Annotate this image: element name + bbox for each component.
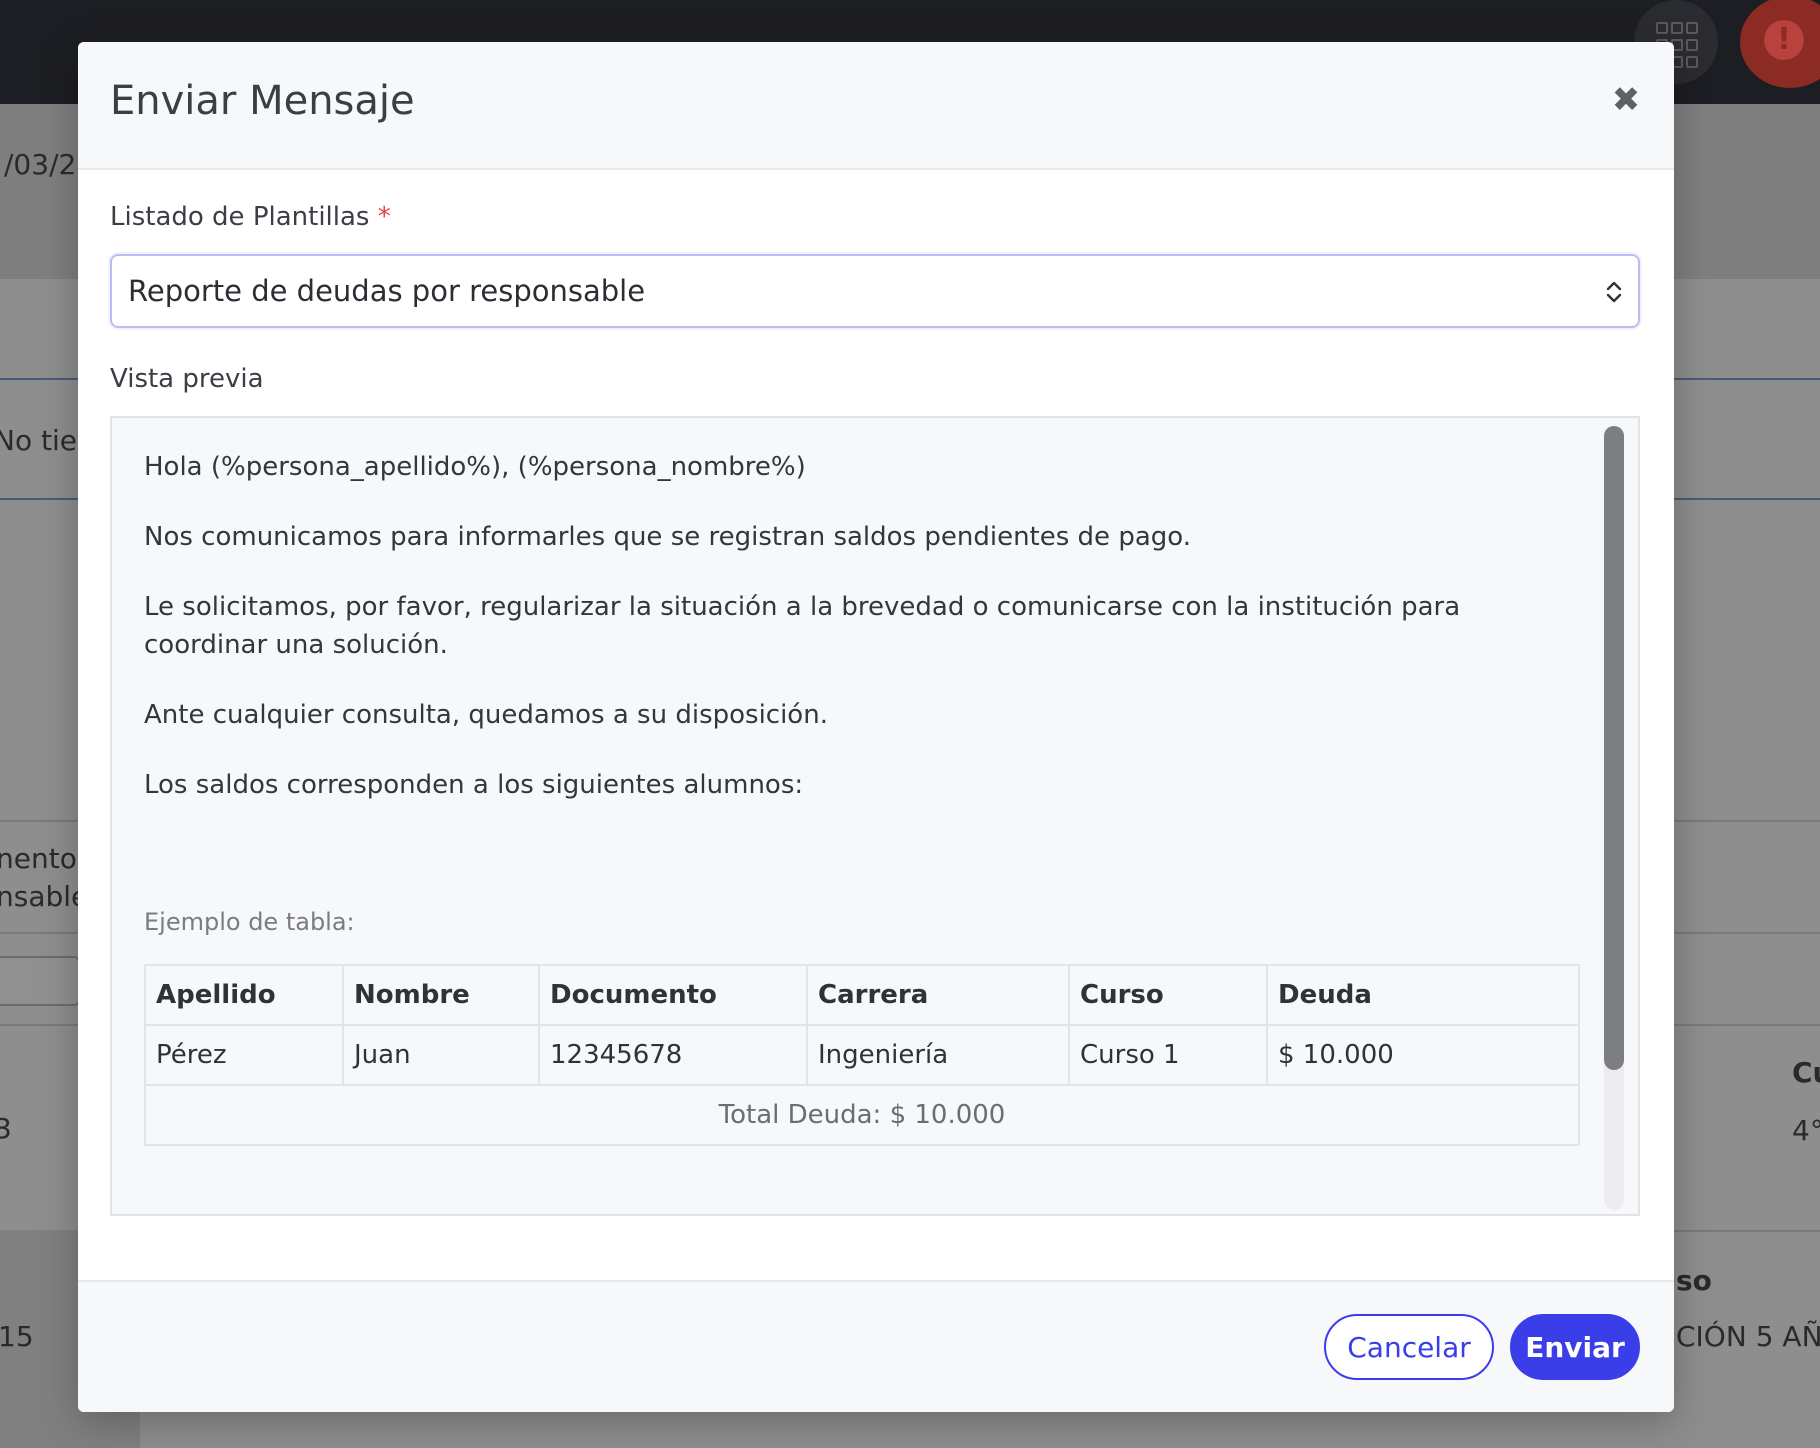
- column-header: Documento: [538, 964, 808, 1026]
- preview-greeting: Hola (%persona_apellido%), (%persona_nom…: [144, 452, 806, 482]
- message-preview[interactable]: Hola (%persona_apellido%), (%persona_nom…: [110, 416, 1640, 1216]
- table-header-row: Apellido Nombre Documento Carrera Curso …: [144, 964, 1580, 1026]
- table-cell: $ 10.000: [1266, 1024, 1580, 1086]
- table-cell: Curso 1: [1068, 1024, 1268, 1086]
- alert-icon: !: [1764, 20, 1804, 60]
- column-header: Curso: [1068, 964, 1268, 1026]
- preview-label: Vista previa: [110, 364, 264, 394]
- background-cell: 4°: [1792, 1114, 1820, 1147]
- background-select[interactable]: [0, 956, 80, 1006]
- preview-paragraph: Le solicitamos, por favor, regularizar l…: [144, 592, 1461, 660]
- table-cell: Pérez: [144, 1024, 344, 1086]
- chevron-up-down-icon: [1606, 281, 1622, 303]
- send-message-modal: Enviar Mensaje ✖ Listado de Plantillas *…: [78, 42, 1674, 1412]
- table-cell: 12345678: [538, 1024, 808, 1086]
- modal-footer: Cancelar Enviar: [78, 1280, 1674, 1412]
- background-cell: 3: [0, 1112, 12, 1145]
- example-debt-table: Apellido Nombre Documento Carrera Curso …: [144, 964, 1580, 1146]
- templates-label: Listado de Plantillas *: [110, 202, 391, 232]
- preview-scrollbar-thumb[interactable]: [1604, 426, 1624, 1070]
- background-cell: CIÓN 5 AÑO: [1676, 1320, 1820, 1353]
- table-cell: Juan: [342, 1024, 540, 1086]
- background-label: nsable: [0, 880, 89, 913]
- background-col-header: so: [1676, 1264, 1712, 1297]
- background-label: nento: [0, 842, 77, 875]
- modal-header: Enviar Mensaje ✖: [78, 42, 1674, 170]
- modal-title: Enviar Mensaje: [110, 78, 415, 124]
- background-cell: 15: [0, 1320, 34, 1353]
- required-mark: *: [377, 202, 391, 232]
- column-header: Carrera: [806, 964, 1070, 1026]
- preview-paragraph: Los saldos corresponden a los siguientes…: [144, 770, 804, 800]
- send-button[interactable]: Enviar: [1510, 1314, 1640, 1380]
- table-row: Pérez Juan 12345678 Ingeniería Curso 1 $…: [144, 1024, 1580, 1086]
- templates-select[interactable]: Reporte de deudas por responsable: [110, 254, 1640, 328]
- column-header: Apellido: [144, 964, 344, 1026]
- column-header: Deuda: [1266, 964, 1580, 1026]
- templates-select-value: Reporte de deudas por responsable: [128, 274, 646, 308]
- cancel-button[interactable]: Cancelar: [1324, 1314, 1494, 1380]
- close-icon[interactable]: ✖: [1602, 76, 1650, 124]
- background-col-header: Cu: [1792, 1056, 1820, 1089]
- preview-paragraph: Ante cualquier consulta, quedamos a su d…: [144, 700, 828, 730]
- table-total-row: Total Deuda: $ 10.000: [144, 1084, 1580, 1146]
- table-cell: Ingeniería: [806, 1024, 1070, 1086]
- preview-paragraph: Nos comunicamos para informarles que se …: [144, 522, 1191, 552]
- total-debt: Total Deuda: $ 10.000: [144, 1084, 1580, 1146]
- preview-body: Hola (%persona_apellido%), (%persona_nom…: [144, 448, 1484, 836]
- background-date: /03/2: [4, 148, 77, 181]
- templates-label-text: Listado de Plantillas: [110, 202, 370, 232]
- column-header: Nombre: [342, 964, 540, 1026]
- table-caption: Ejemplo de tabla:: [144, 908, 355, 936]
